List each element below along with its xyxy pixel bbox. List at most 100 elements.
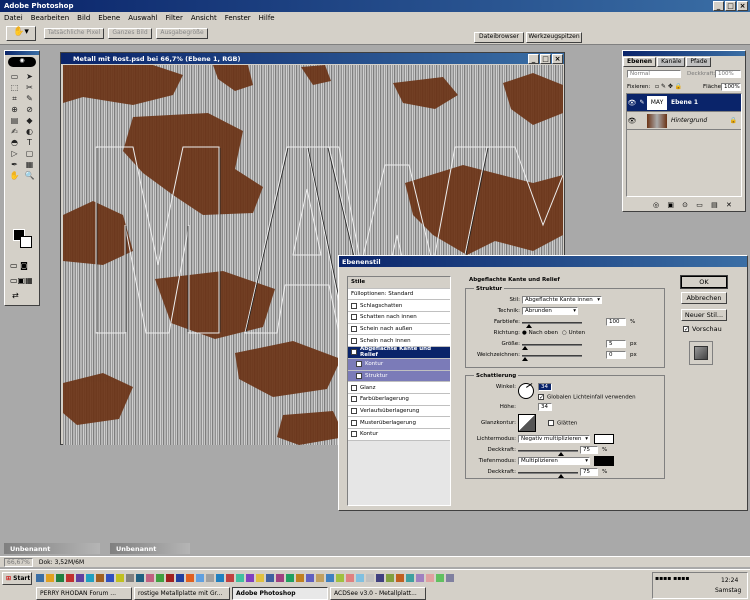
tab-paths[interactable]: Pfade [686,57,712,67]
deck1-field[interactable]: 75 [580,446,598,454]
minimize-button[interactable]: _ [713,1,724,11]
tool-icon[interactable]: ◆ [22,115,37,126]
quicklaunch-icon[interactable] [46,574,54,582]
cancel-button[interactable]: Abbrechen [681,292,727,304]
quicklaunch-icon[interactable] [196,574,204,582]
antialias-checkbox[interactable]: Glätten [548,420,577,427]
tool-icon[interactable]: ⊘ [22,104,37,115]
style-item[interactable]: Struktur [348,370,450,383]
quicklaunch-icon[interactable] [416,574,424,582]
quicklaunch-icon[interactable] [306,574,314,582]
tab-channels[interactable]: Kanäle [657,57,686,67]
menu-6[interactable]: Ansicht [191,14,217,22]
menu-3[interactable]: Ebene [98,14,120,22]
groesse-field[interactable]: 5 [606,340,626,348]
close-button[interactable]: × [737,1,748,11]
layers-bottom-icons[interactable]: ◎ ▣ ⊙ ▭ ▤ ✕ [653,201,735,209]
menu-4[interactable]: Auswahl [128,14,157,22]
task-acdsee[interactable]: ACDSee v3.0 - Metallplatt... [330,587,426,600]
quicklaunch-icon[interactable] [36,574,44,582]
style-checkbox[interactable] [351,314,357,321]
menu-1[interactable]: Bearbeiten [31,14,69,22]
style-item[interactable]: Verlaufsüberlagerung [348,405,450,418]
quicklaunch-icon[interactable] [276,574,284,582]
style-checkbox[interactable] [351,302,357,309]
deck1-slider[interactable] [518,450,578,456]
start-button[interactable]: ⊞ Start [2,572,32,585]
tiefe-slider[interactable] [522,322,582,328]
groesse-slider[interactable] [522,344,582,350]
tool-icon[interactable]: ◓ [7,137,22,148]
tool-icon[interactable]: ▢ [22,148,37,159]
lock-icons[interactable]: ▫ ✎ ✥ 🔒 [655,83,682,90]
actual-pixels-button[interactable]: Tatsächliche Pixel [44,28,104,39]
global-light-checkbox[interactable]: ✓ Globalen Lichteinfall verwenden [538,394,636,401]
style-checkbox[interactable] [356,361,362,368]
doc-maximize-button[interactable]: □ [540,53,551,64]
quicklaunch-icon[interactable] [396,574,404,582]
quicklaunch-icon[interactable] [106,574,114,582]
jump-imageready-icon[interactable]: ⇄ [12,291,32,301]
technik-select[interactable]: Abrunden ▾ [522,307,578,315]
quicklaunch-icon[interactable] [176,574,184,582]
style-checkbox[interactable] [351,419,357,426]
quicklaunch-icon[interactable] [286,574,294,582]
tool-icon[interactable]: ✒ [7,159,22,170]
quicklaunch-icon[interactable] [426,574,434,582]
zoom-field[interactable]: 66,67% [4,557,33,567]
quicklaunch-icon[interactable] [266,574,274,582]
style-item[interactable]: Schlagschatten [348,300,450,313]
quicklaunch-icon[interactable] [76,574,84,582]
quicklaunch-icon[interactable] [356,574,364,582]
style-item[interactable]: Schein nach außen [348,323,450,336]
menu-8[interactable]: Hilfe [259,14,275,22]
maximize-button[interactable]: □ [725,1,736,11]
quicklaunch-icon[interactable] [256,574,264,582]
ok-button[interactable]: OK [680,275,728,289]
quicklaunch-icon[interactable] [436,574,444,582]
style-item[interactable]: Stile [348,277,450,289]
style-item[interactable]: Fülloptionen: Standard [348,288,450,301]
quicklaunch-icon[interactable] [336,574,344,582]
weich-field[interactable]: 0 [606,351,626,359]
deck2-field[interactable]: 75 [580,468,598,476]
style-item[interactable]: Kontur [348,358,450,371]
quicklaunch-icon[interactable] [146,574,154,582]
tool-icon[interactable]: ▤ [7,115,22,126]
task-rostige[interactable]: rostige Metallplatte mit Gr... [134,587,230,600]
winkel-field[interactable]: 34 [538,383,552,391]
style-checkbox[interactable]: ✓ [351,349,357,356]
tab-file-browser[interactable]: Dateibrowser [474,32,524,43]
tiefe-field[interactable]: 100 [606,318,626,326]
quicklaunch-icon[interactable] [376,574,384,582]
style-item[interactable]: Kontur [348,428,450,441]
print-size-button[interactable]: Ausgabegröße [156,28,208,39]
minimized-window-1[interactable]: Unbenannt [4,543,100,554]
tool-icon[interactable]: ▦ [22,159,37,170]
quicklaunch-icon[interactable] [166,574,174,582]
tool-icon[interactable]: ✋ [7,170,22,181]
deck2-slider[interactable] [518,472,578,478]
radio-up[interactable]: ● Nach oben [522,330,558,336]
quicklaunch-icon[interactable] [216,574,224,582]
style-checkbox[interactable] [351,337,357,344]
tray-icons[interactable]: ▪▪▪▪ ▪▪▪▪ [655,575,689,582]
quicklaunch-icon[interactable] [116,574,124,582]
style-item[interactable]: Farbüberlagerung [348,393,450,406]
style-checkbox[interactable] [351,407,357,414]
menu-5[interactable]: Filter [166,14,183,22]
quicklaunch-icon[interactable] [316,574,324,582]
quicklaunch-icon[interactable] [346,574,354,582]
eye-icon[interactable]: 👁 [627,117,637,125]
quicklaunch-icon[interactable] [156,574,164,582]
quicklaunch-icon[interactable] [296,574,304,582]
tool-preset-picker[interactable]: ✋▾ [6,26,36,41]
shadow-color-swatch[interactable] [594,456,614,466]
style-checkbox[interactable] [351,396,357,403]
style-item[interactable]: Musterüberlagerung [348,417,450,429]
highlight-color-swatch[interactable] [594,434,614,444]
style-item[interactable]: Schein nach innen [348,335,450,348]
tab-brushes[interactable]: Werkzeugspitzen [526,32,582,43]
style-checkbox[interactable] [351,326,357,333]
style-checkbox[interactable] [351,431,357,438]
